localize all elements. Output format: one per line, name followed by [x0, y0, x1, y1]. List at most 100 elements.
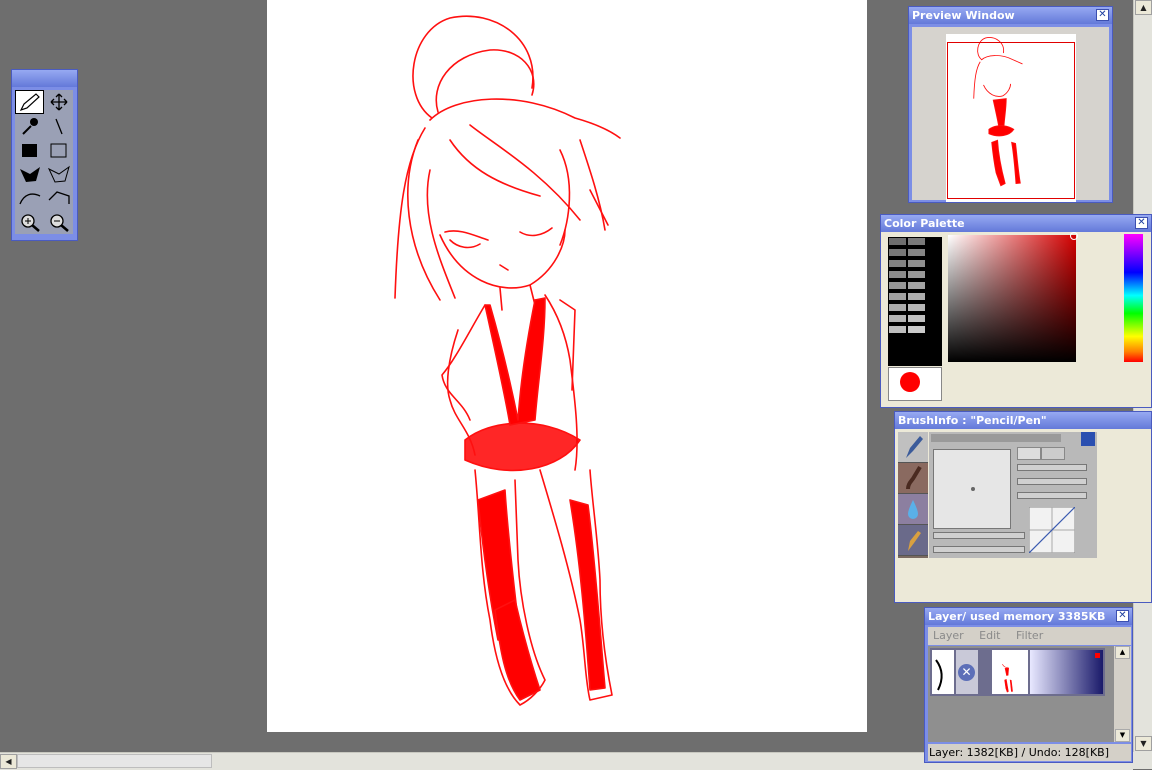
gray-swatch[interactable]	[888, 281, 907, 290]
gray-swatch[interactable]	[907, 259, 926, 268]
polyline-icon	[48, 191, 70, 204]
gray-swatch[interactable]	[888, 325, 907, 334]
gray-swatch[interactable]	[888, 270, 907, 279]
layer-list-scrollbar[interactable]: ▲ ▼	[1114, 646, 1131, 742]
scroll-left-icon[interactable]: ◀	[0, 754, 17, 769]
eyedropper-icon	[21, 118, 38, 135]
marker-icon	[908, 531, 921, 551]
brush-paint[interactable]	[898, 463, 928, 494]
zoom-in-icon	[20, 214, 40, 232]
layer-color-marker	[1095, 653, 1100, 658]
layer-panel-title: Layer/ used memory 3385KB	[928, 610, 1106, 623]
pencil-icon	[19, 93, 40, 112]
preview-window-title: Preview Window	[912, 9, 1015, 22]
brush-settings	[929, 432, 1097, 558]
hue-slider[interactable]	[1124, 234, 1143, 362]
gray-swatch[interactable]	[888, 314, 907, 323]
brush-shape-round[interactable]	[1017, 447, 1041, 460]
rect-select-tool[interactable]	[44, 138, 73, 162]
color-palette: Color Palette ✕	[880, 214, 1152, 408]
current-color-swatch[interactable]	[888, 367, 942, 401]
preview-window-titlebar[interactable]: Preview Window	[909, 7, 1112, 24]
zoom-out-tool[interactable]	[44, 210, 73, 234]
color-palette-titlebar[interactable]: Color Palette	[881, 215, 1151, 232]
gray-swatch[interactable]	[907, 303, 926, 312]
pressure-curve[interactable]	[1029, 507, 1075, 553]
preview-view-rect[interactable]	[947, 42, 1075, 199]
menu-layer[interactable]: Layer	[933, 629, 964, 642]
layer-panel-titlebar[interactable]: Layer/ used memory 3385KB	[925, 608, 1132, 625]
brush-size-slider[interactable]	[933, 532, 1025, 539]
layer-opacity-gradient[interactable]	[1030, 650, 1103, 694]
gray-swatch[interactable]	[907, 248, 926, 257]
pencil-tool[interactable]	[15, 90, 44, 114]
filled-rect-icon	[21, 144, 37, 157]
gray-swatch[interactable]	[907, 325, 926, 334]
layer-thumbnail	[992, 650, 1028, 694]
line-tool[interactable]	[44, 114, 73, 138]
rect-select-icon	[50, 143, 66, 158]
close-icon[interactable]: ✕	[1096, 9, 1109, 21]
brush-marker[interactable]	[898, 525, 928, 556]
horizontal-scroll-thumb[interactable]	[17, 754, 212, 768]
brush-info-panel: BrushInfo : "Pencil/Pen"	[894, 411, 1152, 603]
brush-pen[interactable]	[898, 432, 928, 463]
scroll-up-icon[interactable]: ▲	[1135, 0, 1152, 15]
gray-swatch[interactable]	[888, 237, 907, 246]
brush-water[interactable]	[898, 494, 928, 525]
layer-mask-icon: ✕	[958, 664, 975, 681]
close-icon[interactable]: ✕	[1116, 610, 1129, 622]
pen-brush-icon	[906, 436, 923, 458]
gray-swatch[interactable]	[907, 270, 926, 279]
layer-row[interactable]: ✕	[930, 648, 1105, 696]
sketch-drawing	[394, 15, 621, 706]
brush-option-slider[interactable]	[1017, 464, 1087, 471]
brush-dot	[971, 487, 975, 491]
move-arrows-icon	[50, 93, 67, 111]
layer-lock-area[interactable]: ✕	[956, 650, 978, 694]
zoom-in-tool[interactable]	[15, 210, 44, 234]
drawing-canvas[interactable]	[267, 0, 867, 732]
brush-info-titlebar[interactable]: BrushInfo : "Pencil/Pen"	[895, 412, 1151, 429]
eyedropper-tool[interactable]	[15, 114, 44, 138]
gray-swatch[interactable]	[907, 314, 926, 323]
brush-info-title: BrushInfo : "Pencil/Pen"	[898, 414, 1047, 427]
gray-swatch[interactable]	[888, 303, 907, 312]
brush-option-slider[interactable]	[1017, 478, 1087, 485]
curve-icon	[18, 193, 40, 205]
fill-rect-tool[interactable]	[15, 138, 44, 162]
saturation-value-picker[interactable]	[948, 232, 1078, 362]
gray-swatch[interactable]	[888, 259, 907, 268]
paintbrush-icon	[906, 465, 922, 490]
tool-palette-titlebar[interactable]	[12, 70, 77, 87]
grayscale-swatches[interactable]	[888, 237, 942, 366]
brush-size-tabs[interactable]	[931, 434, 1061, 442]
eye-icon[interactable]	[932, 650, 954, 694]
close-icon[interactable]: ✕	[1135, 217, 1148, 229]
tool-palette	[11, 69, 78, 241]
scroll-down-icon[interactable]: ▼	[1115, 729, 1130, 742]
poly-select-icon	[47, 165, 70, 183]
gray-swatch[interactable]	[907, 237, 926, 246]
scroll-down-icon[interactable]: ▼	[1135, 736, 1152, 751]
gray-swatch[interactable]	[907, 281, 926, 290]
gray-swatch[interactable]	[907, 292, 926, 301]
gray-swatch[interactable]	[888, 248, 907, 257]
curve-tool[interactable]	[15, 186, 44, 210]
brush-density-slider[interactable]	[933, 546, 1025, 553]
fill-poly-tool[interactable]	[15, 162, 44, 186]
polyline-tool[interactable]	[44, 186, 73, 210]
scroll-up-icon[interactable]: ▲	[1115, 646, 1130, 659]
move-tool[interactable]	[44, 90, 73, 114]
menu-filter[interactable]: Filter	[1016, 629, 1043, 642]
brush-option-slider[interactable]	[1017, 492, 1087, 499]
gray-swatch[interactable]	[888, 292, 907, 301]
brush-preview	[933, 449, 1011, 529]
line-icon	[54, 118, 63, 135]
brush-shape-scatter[interactable]	[1041, 447, 1065, 460]
menu-edit[interactable]: Edit	[979, 629, 1000, 642]
save-icon[interactable]	[1081, 432, 1095, 446]
poly-select-tool[interactable]	[44, 162, 73, 186]
preview-area[interactable]	[912, 27, 1109, 202]
color-picker-cursor	[1070, 232, 1078, 240]
